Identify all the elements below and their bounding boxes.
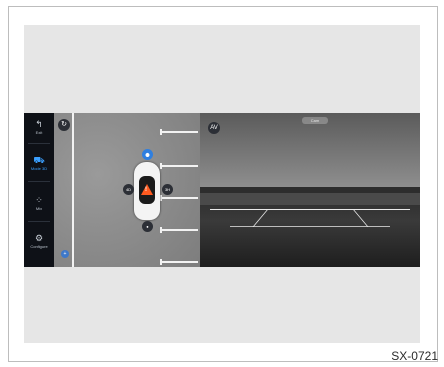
right-camera-button[interactable]: 3H xyxy=(162,184,173,195)
camera-label: Cam xyxy=(302,117,328,124)
vehicle-top-view: ! xyxy=(134,162,160,220)
front-camera-button[interactable]: ⬤ xyxy=(142,149,153,160)
sidebar-divider xyxy=(28,221,50,222)
sidebar-divider xyxy=(28,181,50,182)
parking-guide-line xyxy=(252,209,269,227)
sidebar-item-label: Configure xyxy=(30,244,48,249)
garage-ceiling xyxy=(200,113,420,187)
sidebar-item-mix[interactable]: ⁘ Mix xyxy=(24,195,54,211)
left-camera-button[interactable]: 4D xyxy=(123,184,134,195)
mix-view-icon: ⁘ xyxy=(35,195,43,205)
parking-stall-line xyxy=(160,163,198,169)
parking-guide-line xyxy=(352,209,369,227)
sidebar-divider xyxy=(28,143,50,144)
camera-mode-icon[interactable]: AV xyxy=(208,122,220,134)
parking-stall-line xyxy=(160,195,198,201)
parking-stall-line xyxy=(160,259,198,265)
garage-wall xyxy=(200,193,420,205)
parking-line xyxy=(72,113,74,267)
back-arrow-icon: ↰ xyxy=(35,119,43,129)
top-down-view: ↻ ! ⬤ 4D 3H ● + xyxy=(54,113,200,267)
gear-icon: ⚙ xyxy=(34,233,44,243)
location-marker-icon: + xyxy=(61,250,69,258)
sidebar-item-mode-3d[interactable]: ⛟ Mode 3D xyxy=(24,155,54,171)
sidebar-item-exit[interactable]: ↰ Exit xyxy=(24,119,54,135)
parking-stall-line xyxy=(160,129,198,135)
sidebar-item-label: Exit xyxy=(35,130,43,135)
parking-stall-line xyxy=(160,227,198,233)
sidebar-item-configure[interactable]: ⚙ Configure xyxy=(24,233,54,249)
parking-guide-line xyxy=(210,209,410,210)
rear-camera-button[interactable]: ● xyxy=(142,221,153,232)
sidebar-item-label: Mode 3D xyxy=(30,166,48,171)
warning-triangle-icon: ! xyxy=(141,184,153,195)
rear-camera-view: Cam AV xyxy=(200,113,420,267)
figure-code: SX-0721 xyxy=(391,349,438,363)
camera-sidebar: ↰ Exit ⛟ Mode 3D ⁘ Mix ⚙ Configure xyxy=(24,113,54,267)
car-3d-icon: ⛟ xyxy=(33,155,45,165)
sidebar-item-label: Mix xyxy=(35,206,43,211)
parking-camera-screen: ↰ Exit ⛟ Mode 3D ⁘ Mix ⚙ Configure ↻ ! ⬤… xyxy=(24,113,420,267)
rotate-view-button[interactable]: ↻ xyxy=(58,119,70,131)
